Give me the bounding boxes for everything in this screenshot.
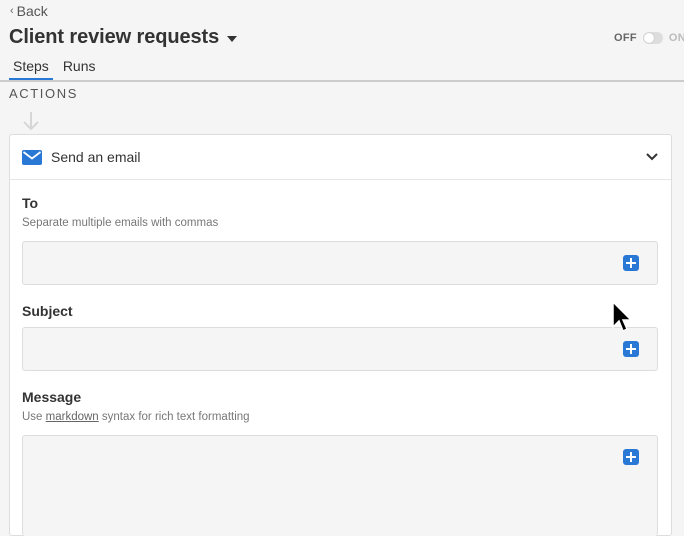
message-hint-prefix: Use <box>22 411 46 423</box>
action-card: Send an email To Separate multiple email… <box>9 134 672 536</box>
chevron-down-icon[interactable] <box>645 150 659 164</box>
message-label: Message <box>22 389 82 405</box>
tab-steps[interactable]: Steps <box>9 57 53 80</box>
insert-variable-icon[interactable] <box>623 255 639 271</box>
mouse-cursor-icon <box>612 300 633 333</box>
tab-runs[interactable]: Runs <box>59 57 100 78</box>
page-title-row[interactable]: Client review requests <box>9 26 238 49</box>
toggle-switch[interactable] <box>642 32 663 44</box>
action-title: Send an email <box>51 149 141 165</box>
arrow-down-icon <box>23 112 39 131</box>
action-card-header[interactable]: Send an email <box>10 135 671 180</box>
message-field[interactable] <box>22 435 658 536</box>
back-link[interactable]: ‹ Back <box>10 3 48 19</box>
insert-variable-icon[interactable] <box>623 341 639 357</box>
tab-bar: Steps Runs <box>0 57 684 82</box>
message-hint-suffix: syntax for rich text formatting <box>98 411 250 423</box>
caret-down-icon[interactable] <box>227 35 238 42</box>
markdown-link[interactable]: markdown <box>46 411 99 423</box>
page-title: Client review requests <box>9 26 220 48</box>
subject-field[interactable] <box>22 327 658 371</box>
toggle-knob <box>643 33 654 43</box>
message-hint: Use markdown syntax for rich text format… <box>22 411 250 423</box>
to-field[interactable] <box>22 241 658 285</box>
to-hint: Separate multiple emails with commas <box>22 217 219 229</box>
section-label: ACTIONS <box>9 86 78 101</box>
toggle-on-label: ON <box>668 32 684 44</box>
back-label: Back <box>16 3 48 19</box>
to-label: To <box>22 195 39 211</box>
envelope-icon <box>22 149 42 165</box>
on-off-toggle[interactable]: OFF ON <box>614 32 684 44</box>
toggle-off-label: OFF <box>613 32 637 44</box>
chevron-left-icon: ‹ <box>10 5 14 17</box>
subject-label: Subject <box>22 303 73 319</box>
insert-variable-icon[interactable] <box>623 449 639 465</box>
